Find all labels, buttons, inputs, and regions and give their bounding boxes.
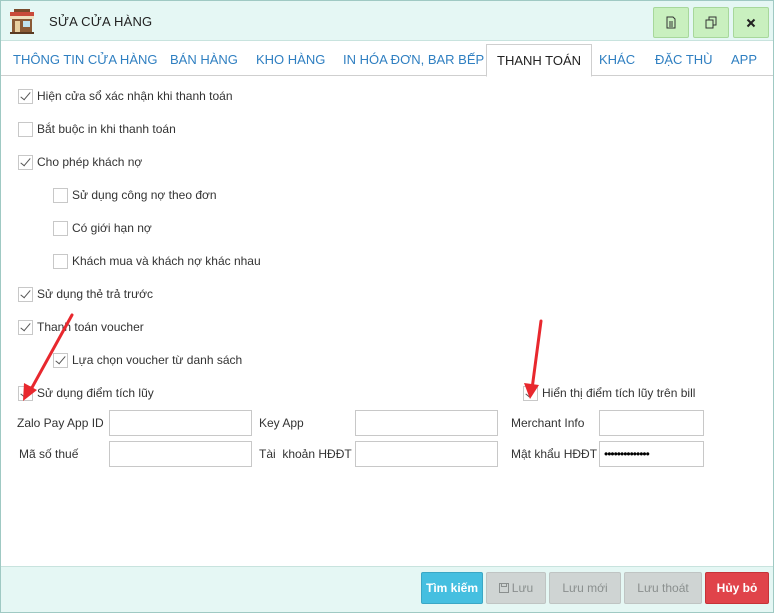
option-allow-debt[interactable]: Cho phép khách nợ: [18, 153, 142, 171]
tab-special[interactable]: ĐẶC THÙ: [655, 44, 713, 76]
tab-invoice-printing[interactable]: IN HÓA ĐƠN, BAR BẾP: [343, 44, 484, 76]
close-button[interactable]: [733, 7, 769, 38]
document-icon: [666, 16, 676, 29]
option-label: Sử dụng thẻ trả trước: [37, 287, 153, 301]
checkbox[interactable]: [18, 286, 33, 302]
tab-other[interactable]: KHÁC: [599, 44, 635, 76]
save-exit-button[interactable]: Lưu thoát: [624, 572, 702, 604]
option-voucher-from-list[interactable]: Lựa chọn voucher từ danh sách: [53, 351, 242, 369]
option-points-on-bill[interactable]: Hiển thị điểm tích lũy trên bill: [523, 384, 695, 402]
cancel-button[interactable]: Hủy bỏ: [705, 572, 769, 604]
tax-code-label: Mã số thuế: [19, 447, 79, 461]
title-bar: SỬA CỬA HÀNG: [1, 1, 773, 41]
save-button[interactable]: Lưu: [486, 572, 546, 604]
option-label: Sử dụng công nợ theo đơn: [72, 188, 217, 202]
option-label: Khách mua và khách nợ khác nhau: [72, 254, 261, 268]
tab-sales[interactable]: BÁN HÀNG: [170, 44, 238, 76]
tab-store-info[interactable]: THÔNG TIN CỬA HÀNG: [13, 44, 158, 76]
floppy-disk-icon: [498, 583, 509, 593]
tab-bar: THÔNG TIN CỬA HÀNG BÁN HÀNG KHO HÀNG IN …: [1, 44, 773, 77]
hddt-account-input[interactable]: [355, 441, 498, 467]
option-label: Sử dụng điểm tích lũy: [37, 386, 154, 400]
tab-payment[interactable]: THANH TOÁN: [486, 44, 593, 77]
option-prepaid-card[interactable]: Sử dụng thẻ trả trước: [18, 285, 153, 303]
copy-button[interactable]: [693, 7, 729, 38]
checkbox[interactable]: [53, 220, 68, 236]
option-debt-by-order[interactable]: Sử dụng công nợ theo đơn: [53, 186, 217, 204]
checkbox[interactable]: [53, 352, 68, 368]
checkbox[interactable]: [18, 88, 33, 104]
option-require-print[interactable]: Bắt buộc in khi thanh toán: [18, 120, 176, 138]
hddt-password-input[interactable]: [599, 441, 704, 467]
option-loyalty-points[interactable]: Sử dụng điểm tích lũy: [18, 384, 154, 402]
option-buyer-debtor-differ[interactable]: Khách mua và khách nợ khác nhau: [53, 252, 261, 270]
save-new-button[interactable]: Lưu mới: [549, 572, 621, 604]
option-label: Lựa chọn voucher từ danh sách: [72, 353, 243, 367]
option-label: Thanh toán voucher: [37, 320, 144, 334]
checkbox[interactable]: [18, 121, 33, 137]
copy-icon: [705, 16, 716, 29]
hddt-password-label: Mật khẩu HĐĐT: [511, 447, 598, 461]
option-label: Hiển thị điểm tích lũy trên bill: [542, 386, 696, 400]
option-label: Có giới hạn nợ: [72, 221, 152, 235]
checkbox[interactable]: [523, 385, 538, 401]
checkbox[interactable]: [53, 253, 68, 269]
key-app-label: Key App: [259, 416, 304, 430]
merchant-info-label: Merchant Info: [511, 416, 585, 430]
option-voucher-payment[interactable]: Thanh toán voucher: [18, 318, 144, 336]
hddt-account-label: Tài khoản HĐĐT: [259, 447, 352, 461]
tab-warehouse[interactable]: KHO HÀNG: [256, 44, 325, 76]
checkbox[interactable]: [18, 319, 33, 335]
tab-app[interactable]: APP: [731, 44, 757, 76]
edit-store-window: SỬA CỬA HÀNG THÔNG TIN CỬA HÀNG BÁN HÀNG…: [0, 0, 774, 613]
search-button[interactable]: Tìm kiếm: [421, 572, 483, 604]
merchant-info-input[interactable]: [599, 410, 704, 436]
save-button-label: Lưu: [511, 581, 534, 595]
close-icon: [746, 18, 756, 27]
option-debt-limit[interactable]: Có giới hạn nợ: [53, 219, 152, 237]
checkbox[interactable]: [53, 187, 68, 203]
option-label: Cho phép khách nợ: [37, 155, 143, 169]
store-icon: [10, 9, 34, 34]
window-title: SỬA CỬA HÀNG: [49, 14, 153, 29]
option-label: Hiện cửa sổ xác nhận khi thanh toán: [37, 89, 233, 103]
option-confirm-payment-window[interactable]: Hiện cửa sổ xác nhận khi thanh toán: [18, 87, 233, 105]
zalo-pay-app-id-input[interactable]: [109, 410, 252, 436]
checkbox[interactable]: [18, 385, 33, 401]
document-button[interactable]: [653, 7, 689, 38]
zalo-pay-app-id-label: Zalo Pay App ID: [17, 416, 104, 430]
key-app-input[interactable]: [355, 410, 498, 436]
checkbox[interactable]: [18, 154, 33, 170]
tax-code-input[interactable]: [109, 441, 252, 467]
option-label: Bắt buộc in khi thanh toán: [37, 122, 176, 136]
